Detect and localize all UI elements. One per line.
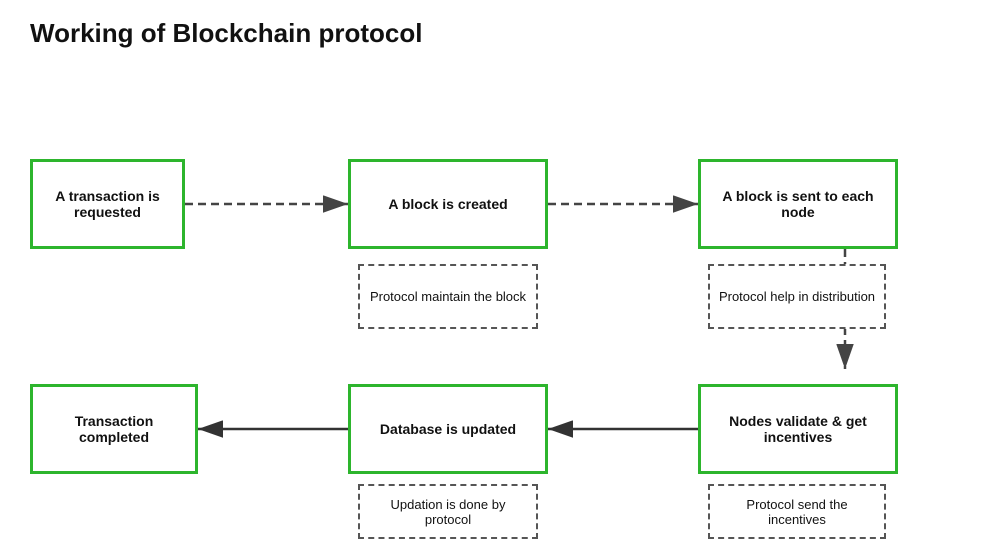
database-updated-box: Database is updated bbox=[348, 384, 548, 474]
diagram-area: A transaction is requested A block is cr… bbox=[0, 59, 1000, 489]
protocol-send-box: Protocol send the incentives bbox=[708, 484, 886, 539]
block-sent-box: A block is sent to each node bbox=[698, 159, 898, 249]
block-created-box: A block is created bbox=[348, 159, 548, 249]
transaction-completed-box: Transaction completed bbox=[30, 384, 198, 474]
page-title: Working of Blockchain protocol bbox=[0, 0, 1000, 59]
protocol-maintain-box: Protocol maintain the block bbox=[358, 264, 538, 329]
transaction-requested-box: A transaction is requested bbox=[30, 159, 185, 249]
protocol-help-box: Protocol help in distribution bbox=[708, 264, 886, 329]
nodes-validate-box: Nodes validate & get incentives bbox=[698, 384, 898, 474]
updation-done-box: Updation is done by protocol bbox=[358, 484, 538, 539]
